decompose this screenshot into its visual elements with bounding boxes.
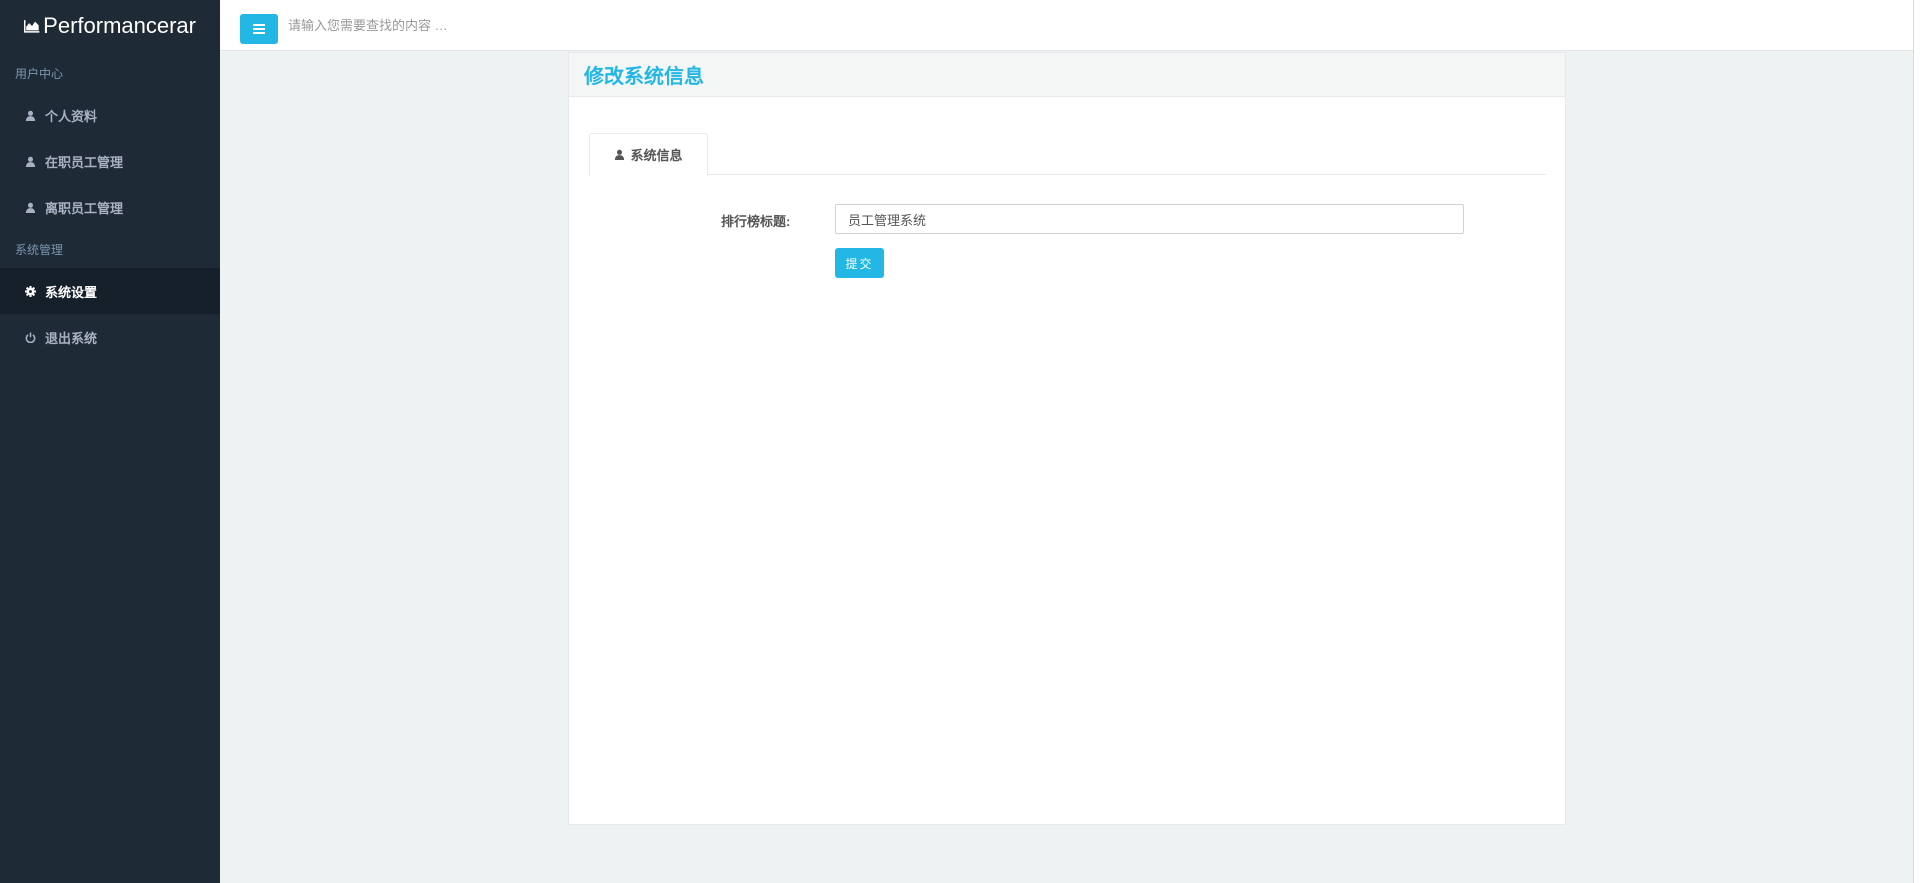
- area-chart-icon: [24, 20, 40, 33]
- tab-bar: 系统信息: [589, 133, 1546, 176]
- leaderboard-title-input[interactable]: [835, 204, 1464, 234]
- user-icon: [25, 156, 36, 167]
- sidebar-item-label: 离职员工管理: [45, 200, 124, 216]
- submit-button[interactable]: 提交: [835, 248, 884, 278]
- brand-logo[interactable]: Performancerar: [0, 0, 196, 52]
- sidebar-item-label: 系统设置: [45, 284, 98, 300]
- power-icon: [25, 332, 36, 343]
- sidebar-item-label: 在职员工管理: [45, 154, 124, 170]
- scrollbar[interactable]: [1913, 0, 1920, 883]
- panel-header: 修改系统信息: [569, 53, 1565, 97]
- user-icon: [615, 149, 625, 160]
- sidebar-item-active-staff[interactable]: 在职员工管理: [0, 138, 220, 184]
- sidebar-item-label: 个人资料: [45, 108, 98, 124]
- sidebar-item-logout[interactable]: 退出系统: [0, 314, 220, 360]
- sidebar-item-profile[interactable]: 个人资料: [0, 92, 220, 138]
- tab-label: 系统信息: [630, 148, 683, 163]
- sidebar-item-departed-staff[interactable]: 离职员工管理: [0, 184, 220, 230]
- sidebar: Performancerar 用户中心 个人资料 在职员工管理 离职员工管理 系…: [0, 0, 220, 883]
- topbar: [220, 0, 1920, 51]
- nav-section-system: 系统管理: [15, 243, 64, 257]
- sidebar-item-label: 退出系统: [45, 330, 98, 346]
- page-title: 修改系统信息: [584, 66, 704, 88]
- sidebar-item-settings[interactable]: 系统设置: [0, 268, 220, 314]
- user-icon: [25, 110, 36, 121]
- leaderboard-title-label: 排行榜标题:: [721, 214, 791, 229]
- menu-toggle-button[interactable]: [240, 14, 278, 44]
- tab-system-info[interactable]: 系统信息: [589, 133, 708, 176]
- search-input[interactable]: [288, 12, 588, 38]
- gear-icon: [25, 285, 36, 297]
- hamburger-icon: [253, 24, 265, 34]
- settings-panel: 修改系统信息 系统信息 排行榜标题: 提交: [568, 52, 1566, 825]
- user-icon: [25, 202, 36, 213]
- nav-section-user-center: 用户中心: [15, 67, 64, 81]
- brand-name: Performancerar: [43, 13, 196, 38]
